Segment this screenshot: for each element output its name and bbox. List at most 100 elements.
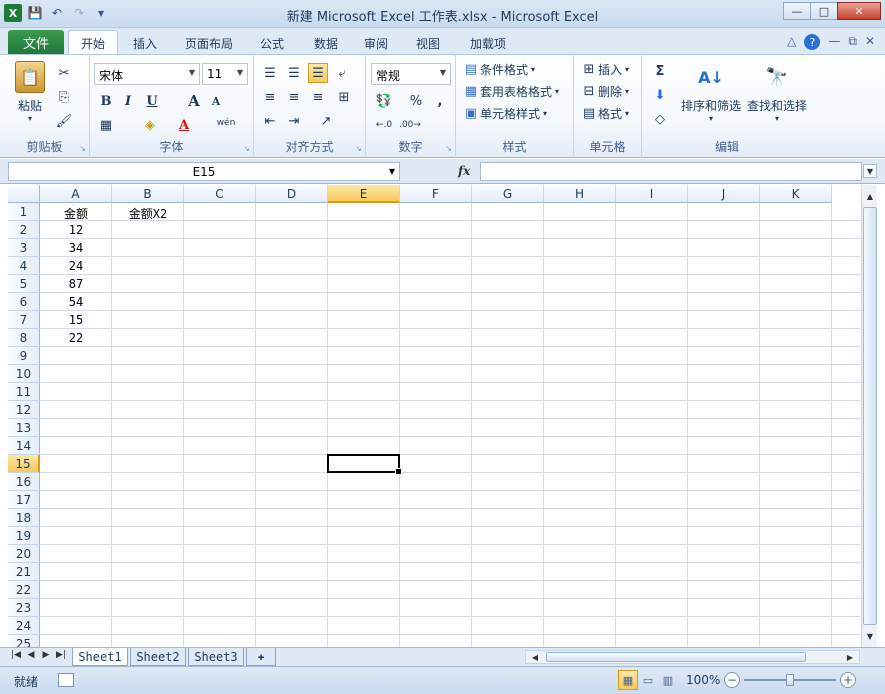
- zoom-in-icon[interactable]: +: [840, 672, 856, 688]
- font-size-combo[interactable]: 11 ▼: [202, 63, 248, 85]
- zoom-out-icon[interactable]: −: [724, 672, 740, 688]
- sheet-tab-sheet2[interactable]: Sheet2: [130, 648, 186, 666]
- column-header-h[interactable]: H: [544, 185, 616, 203]
- sheet-tab-sheet1[interactable]: Sheet1: [72, 648, 128, 666]
- column-header-i[interactable]: I: [616, 185, 688, 203]
- worksheet-grid[interactable]: A B C D E F G H I J K 1 2 3 4 5 6 7 8 9 10 11 12 13 14 15 16 17 18 19…: [8, 185, 860, 647]
- align-middle-icon[interactable]: ☰: [284, 63, 304, 83]
- row-header-7[interactable]: 7: [8, 311, 40, 329]
- page-break-view-icon[interactable]: ▥: [658, 670, 678, 690]
- insert-cells-button[interactable]: ⊞ 插入 ▾: [580, 61, 629, 78]
- merge-center-icon[interactable]: ⊞: [334, 87, 354, 107]
- horizontal-scroll-thumb[interactable]: [546, 652, 806, 662]
- paste-button[interactable]: 📋 粘贴 ▾: [12, 61, 48, 123]
- shrink-font-button[interactable]: A: [206, 91, 226, 111]
- underline-button[interactable]: U: [142, 91, 162, 111]
- row-header-17[interactable]: 17: [8, 491, 40, 509]
- tab-addins[interactable]: 加载项: [462, 32, 514, 54]
- cell-styles-button[interactable]: ▣ 单元格样式 ▾: [462, 105, 547, 122]
- help-icon[interactable]: ?: [804, 34, 821, 50]
- row-header-12[interactable]: 12: [8, 401, 40, 419]
- zoom-slider-thumb[interactable]: [786, 674, 794, 686]
- row-header-3[interactable]: 3: [8, 239, 40, 257]
- row-header-18[interactable]: 18: [8, 509, 40, 527]
- italic-button[interactable]: I: [118, 91, 138, 111]
- minimize-button[interactable]: —: [783, 2, 811, 20]
- tab-review[interactable]: 审阅: [356, 32, 396, 54]
- increase-indent-icon[interactable]: ⇥: [284, 111, 304, 131]
- insert-worksheet-icon[interactable]: ✚: [246, 648, 276, 666]
- row-header-5[interactable]: 5: [8, 275, 40, 293]
- row-header-25[interactable]: 25: [8, 635, 40, 647]
- font-color-button[interactable]: A: [174, 115, 194, 135]
- fill-icon[interactable]: ⬇: [650, 85, 670, 105]
- vertical-scrollbar[interactable]: ▲ ▼: [861, 185, 877, 647]
- column-header-f[interactable]: F: [400, 185, 472, 203]
- column-header-b[interactable]: B: [112, 185, 184, 203]
- align-bottom-icon[interactable]: ☰: [308, 63, 328, 83]
- tab-formulas[interactable]: 公式: [252, 32, 292, 54]
- column-header-c[interactable]: C: [184, 185, 256, 203]
- column-header-j[interactable]: J: [688, 185, 760, 203]
- scroll-right-icon[interactable]: ▶: [843, 650, 857, 664]
- collapse-ribbon-icon[interactable]: △: [787, 34, 796, 50]
- format-as-table-button[interactable]: ▦ 套用表格格式 ▾: [462, 83, 559, 100]
- column-header-g[interactable]: G: [472, 185, 544, 203]
- row-header-13[interactable]: 13: [8, 419, 40, 437]
- row-header-9[interactable]: 9: [8, 347, 40, 365]
- select-all-corner[interactable]: [8, 185, 40, 203]
- cell-a3[interactable]: 34: [40, 239, 112, 257]
- tab-data[interactable]: 数据: [306, 32, 346, 54]
- tab-insert[interactable]: 插入: [124, 32, 166, 54]
- align-center-icon[interactable]: ≡: [284, 87, 304, 107]
- row-header-4[interactable]: 4: [8, 257, 40, 275]
- row-header-20[interactable]: 20: [8, 545, 40, 563]
- zoom-level[interactable]: 100%: [686, 673, 720, 687]
- fill-color-icon[interactable]: ◈: [140, 115, 160, 135]
- row-header-1[interactable]: 1: [8, 203, 40, 221]
- column-header-e[interactable]: E: [328, 185, 400, 203]
- column-header-d[interactable]: D: [256, 185, 328, 203]
- phonetic-guide-button[interactable]: wén: [216, 113, 236, 133]
- font-launcher-icon[interactable]: ↘: [243, 144, 250, 153]
- sheet-tab-sheet3[interactable]: Sheet3: [188, 648, 244, 666]
- autosum-icon[interactable]: Σ: [650, 61, 670, 81]
- number-format-combo[interactable]: 常规 ▼: [371, 63, 451, 85]
- percent-button[interactable]: %: [406, 91, 426, 111]
- formula-input[interactable]: [480, 162, 862, 181]
- cell-a8[interactable]: 22: [40, 329, 112, 347]
- copy-icon[interactable]: ⎘: [54, 87, 74, 107]
- scroll-down-icon[interactable]: ▼: [863, 629, 877, 643]
- row-header-19[interactable]: 19: [8, 527, 40, 545]
- conditional-formatting-button[interactable]: ▤ 条件格式 ▾: [462, 61, 535, 78]
- border-icon[interactable]: ▦: [96, 115, 116, 135]
- cell-a4[interactable]: 24: [40, 257, 112, 275]
- align-right-icon[interactable]: ≡: [308, 87, 328, 107]
- vertical-scroll-thumb[interactable]: [863, 207, 877, 625]
- row-header-15[interactable]: 15: [8, 455, 40, 473]
- comma-button[interactable]: ,: [430, 91, 450, 111]
- font-name-combo[interactable]: 宋体 ▼: [94, 63, 200, 85]
- increase-decimal-icon[interactable]: ←.0: [374, 115, 394, 135]
- tab-view[interactable]: 视图: [408, 32, 448, 54]
- row-header-11[interactable]: 11: [8, 383, 40, 401]
- workbook-minimize-icon[interactable]: —: [828, 34, 840, 50]
- grow-font-button[interactable]: A: [184, 91, 204, 111]
- workbook-close-icon[interactable]: ✕: [865, 34, 875, 50]
- expand-formula-bar-icon[interactable]: ▼: [863, 164, 877, 178]
- row-header-6[interactable]: 6: [8, 293, 40, 311]
- wrap-text-icon[interactable]: ⤶: [332, 63, 352, 83]
- align-top-icon[interactable]: ☰: [260, 63, 280, 83]
- column-header-a[interactable]: A: [40, 185, 112, 203]
- tab-page-layout[interactable]: 页面布局: [178, 32, 240, 54]
- page-layout-view-icon[interactable]: ▭: [638, 670, 658, 690]
- format-painter-icon[interactable]: 🖌: [54, 111, 74, 131]
- find-select-button[interactable]: 🔭 查找和选择 ▾: [744, 61, 810, 124]
- orientation-icon[interactable]: ↗: [316, 111, 336, 131]
- horizontal-scrollbar[interactable]: ◀ ▶: [525, 650, 860, 664]
- clipboard-launcher-icon[interactable]: ↘: [79, 144, 86, 153]
- last-sheet-icon[interactable]: ▶|: [55, 650, 67, 660]
- scroll-left-icon[interactable]: ◀: [528, 650, 542, 664]
- row-header-24[interactable]: 24: [8, 617, 40, 635]
- macro-record-icon[interactable]: [58, 673, 74, 687]
